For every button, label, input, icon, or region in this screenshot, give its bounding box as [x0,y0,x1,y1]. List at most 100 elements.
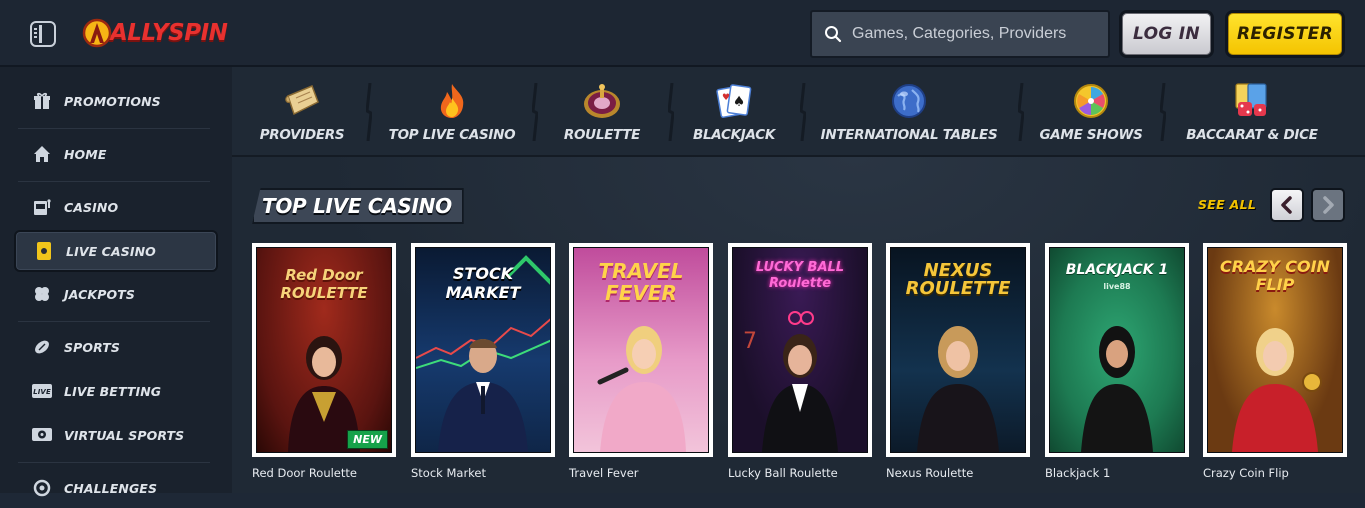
game-card-stock-market[interactable]: STOCK MARKET [411,243,555,457]
slot-machine-icon [32,197,52,217]
see-all-link[interactable]: SEE ALL [1198,197,1256,212]
game-art-title: NEXUS ROULETTE [905,260,1011,299]
game-thumbnail: TRAVEL FEVER [573,247,709,453]
game-name[interactable]: Stock Market [411,466,486,480]
category-label: BACCARAT & DICE [1186,127,1318,143]
category-label: TOP LIVE CASINO [388,127,516,143]
sidebar-item-jackpots[interactable]: JACKPOTS [14,274,218,314]
game-thumbnail: Red Door ROULETTE NEW [256,247,392,453]
category-baccarat-dice[interactable]: BACCARAT & DICE [1182,67,1322,155]
chevron-left-icon [1281,196,1292,214]
chevron-right-icon [1323,196,1334,214]
sidebar-item-label: CHALLENGES [64,480,158,496]
game-card-lucky-ball-roulette[interactable]: LUCKY BALL Roulette 7 [728,243,872,457]
game-card-travel-fever[interactable]: TRAVEL FEVER [569,243,713,457]
top-header: ALLYSPIN LOG IN REGISTER [0,0,1365,67]
home-icon [32,144,52,164]
sidebar-item-label: JACKPOTS [64,286,135,302]
register-button[interactable]: REGISTER [1225,10,1345,58]
sidebar-item-home[interactable]: HOME [14,134,218,174]
carousel-prev-button[interactable] [1270,188,1304,222]
wheel-icon [1071,81,1111,121]
section-title: TOP LIVE CASINO [252,188,464,224]
sidebar-item-live-casino[interactable]: LIVE CASINO [14,230,218,272]
sidebar-item-virtual-sports[interactable]: VIRTUAL SPORTS [14,415,218,455]
category-label: INTERNATIONAL TABLES [820,127,998,143]
divider [18,321,210,322]
sidebar-item-label: CASINO [64,199,119,215]
divider [18,128,210,129]
sidebar-item-promotions[interactable]: PROMOTIONS [14,81,218,121]
sidebar-toggle-icon[interactable] [30,21,56,47]
game-name[interactable]: Red Door Roulette [252,466,357,480]
sidebar-item-label: VIRTUAL SPORTS [64,427,185,443]
new-badge: NEW [347,430,388,449]
host-figure [1232,328,1322,452]
category-divider [1018,83,1024,141]
fire-icon [432,81,472,121]
category-divider [800,83,806,141]
game-thumbnail: CRAZY COIN FLIP [1207,247,1343,453]
category-roulette[interactable]: ROULETTE [552,67,652,155]
sidebar-item-label: SPORTS [64,339,120,355]
sidebar: PROMOTIONS HOME CASINO LIVE CASINO JACKP… [0,67,232,497]
logo-text: ALLYSPIN [110,20,228,46]
game-art-title: BLACKJACK 1 [1065,262,1169,278]
game-card-red-door-roulette[interactable]: Red Door ROULETTE NEW [252,243,396,457]
category-top-live-casino[interactable]: TOP LIVE CASINO [388,67,516,155]
sidebar-item-label: LIVE CASINO [66,243,156,259]
category-bar: PROVIDERS TOP LIVE CASINO ROULETTE ♠ ♥ BL… [232,67,1365,157]
roulette-icon [582,81,622,121]
carousel-next-button[interactable] [1311,188,1345,222]
sidebar-item-label: LIVE BETTING [64,383,162,399]
svg-text:♥: ♥ [722,93,730,103]
category-game-shows[interactable]: GAME SHOWS [1038,67,1144,155]
category-divider [366,83,372,141]
dice-icon [1232,81,1272,121]
category-international-tables[interactable]: INTERNATIONAL TABLES [816,67,1002,155]
game-name[interactable]: Blackjack 1 [1045,466,1110,480]
category-divider [1160,83,1166,141]
category-divider [532,83,538,141]
football-icon [32,337,52,357]
game-art-title: TRAVEL FEVER [598,259,684,305]
game-name[interactable]: Travel Fever [569,466,639,480]
svg-text:♠: ♠ [733,94,746,110]
game-thumbnail: STOCK MARKET [415,247,551,453]
game-card-nexus-roulette[interactable]: NEXUS ROULETTE [886,243,1030,457]
sidebar-item-casino[interactable]: CASINO [14,187,218,227]
login-button[interactable]: LOG IN [1119,10,1214,58]
game-card-blackjack-1[interactable]: BLACKJACK 1 live88 [1045,243,1189,457]
game-art-title: STOCK MARKET [445,264,521,302]
game-card-crazy-coin-flip[interactable]: CRAZY COIN FLIP [1203,243,1347,457]
game-art-title: Red Door ROULETTE [280,266,368,302]
game-thumbnail: NEXUS ROULETTE [890,247,1026,453]
game-name[interactable]: Lucky Ball Roulette [728,466,838,480]
game-art-subtitle: live88 [1103,282,1131,291]
category-label: BLACKJACK [692,127,776,143]
logo[interactable]: ALLYSPIN [82,16,228,50]
logo-mark-icon [82,18,112,48]
game-name[interactable]: Crazy Coin Flip [1203,466,1289,480]
sidebar-item-challenges[interactable]: CHALLENGES [14,468,218,508]
game-name[interactable]: Nexus Roulette [886,466,973,480]
category-divider [668,83,674,141]
search-input[interactable] [852,25,1102,43]
game-thumbnail: BLACKJACK 1 live88 [1049,247,1185,453]
category-label: GAME SHOWS [1039,127,1143,143]
divider [18,181,210,182]
live-card-icon [34,241,54,261]
dealer-figure [762,334,838,452]
search-box[interactable] [810,10,1110,58]
divider [18,462,210,463]
sidebar-item-live-betting[interactable]: LIVE LIVE BETTING [14,371,218,411]
sidebar-item-sports[interactable]: SPORTS [14,327,218,367]
category-providers[interactable]: PROVIDERS [254,67,350,155]
globe-icon [889,81,929,121]
dealer-figure [438,339,528,452]
clover-icon [32,284,52,304]
cards-icon: ♠ ♥ [714,81,754,121]
svg-text:LIVE: LIVE [33,388,51,396]
category-blackjack[interactable]: ♠ ♥ BLACKJACK [684,67,784,155]
sidebar-item-label: PROMOTIONS [64,93,161,109]
